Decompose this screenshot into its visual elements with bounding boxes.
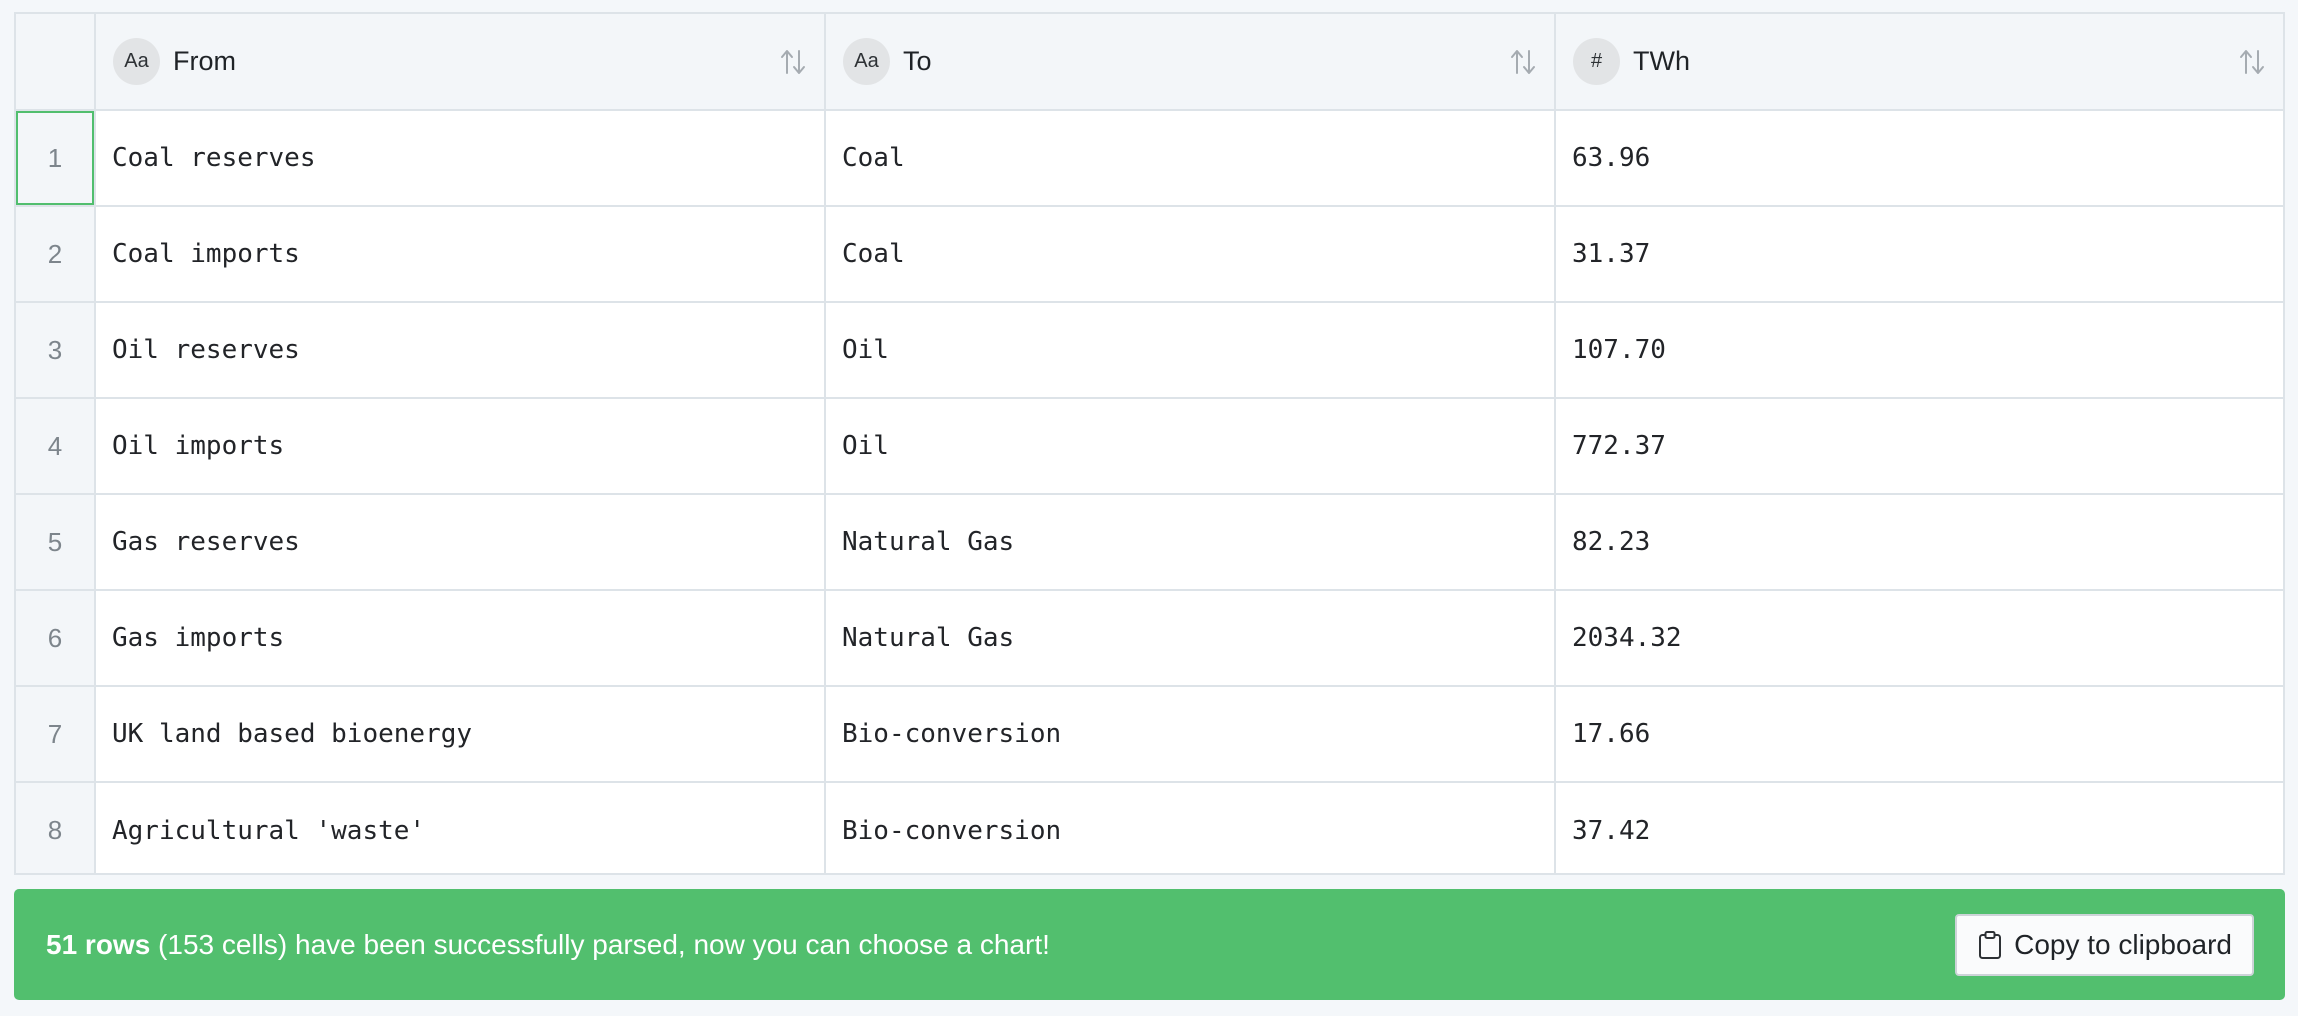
sort-icon[interactable] bbox=[1508, 47, 1538, 77]
column-header-twh[interactable]: # TWh bbox=[1555, 14, 2283, 111]
cell-to[interactable]: Oil bbox=[825, 302, 1556, 399]
cell-from[interactable]: Agricultural 'waste' bbox=[95, 782, 826, 873]
data-grid: Aa From Aa To # TWh 1 Coal reserves Coal… bbox=[16, 14, 2283, 873]
cell-twh[interactable]: 17.66 bbox=[1555, 686, 2283, 783]
clipboard-icon bbox=[1979, 931, 2002, 959]
table-row: 2 Coal imports Coal 31.37 bbox=[16, 206, 2283, 303]
number-type-icon: # bbox=[1573, 38, 1620, 85]
cell-from[interactable]: Oil reserves bbox=[95, 302, 826, 399]
sort-icon[interactable] bbox=[2237, 47, 2267, 77]
cell-twh[interactable]: 772.37 bbox=[1555, 398, 2283, 495]
row-index[interactable]: 3 bbox=[16, 302, 96, 399]
column-header-to[interactable]: Aa To bbox=[825, 14, 1556, 111]
row-index[interactable]: 4 bbox=[16, 398, 96, 495]
table-row: 8 Agricultural 'waste' Bio-conversion 37… bbox=[16, 782, 2283, 873]
corner-cell bbox=[16, 14, 96, 111]
cell-to[interactable]: Coal bbox=[825, 110, 1556, 207]
cell-twh[interactable]: 2034.32 bbox=[1555, 590, 2283, 687]
table-row: 5 Gas reserves Natural Gas 82.23 bbox=[16, 494, 2283, 591]
column-label: TWh bbox=[1633, 46, 1690, 76]
cell-to[interactable]: Natural Gas bbox=[825, 590, 1556, 687]
cell-from[interactable]: Coal imports bbox=[95, 206, 826, 303]
cell-twh[interactable]: 63.96 bbox=[1555, 110, 2283, 207]
cell-from[interactable]: Gas reserves bbox=[95, 494, 826, 591]
cell-from[interactable]: Coal reserves bbox=[95, 110, 826, 207]
row-index[interactable]: 1 bbox=[16, 110, 96, 207]
status-message: 51 rows (153 cells) have been successful… bbox=[46, 929, 1050, 961]
header-row: Aa From Aa To # TWh bbox=[16, 14, 2283, 111]
column-header-from[interactable]: Aa From bbox=[95, 14, 826, 111]
text-type-icon: Aa bbox=[843, 38, 890, 85]
cell-to[interactable]: Bio-conversion bbox=[825, 686, 1556, 783]
column-label: To bbox=[903, 46, 932, 76]
cell-twh[interactable]: 37.42 bbox=[1555, 782, 2283, 873]
copy-button-label: Copy to clipboard bbox=[2014, 929, 2232, 960]
parse-success-banner: 51 rows (153 cells) have been successful… bbox=[14, 889, 2285, 1000]
sort-icon[interactable] bbox=[778, 47, 808, 77]
table-row: 3 Oil reserves Oil 107.70 bbox=[16, 302, 2283, 399]
table-row: 6 Gas imports Natural Gas 2034.32 bbox=[16, 590, 2283, 687]
table-row: 1 Coal reserves Coal 63.96 bbox=[16, 110, 2283, 207]
cell-to[interactable]: Natural Gas bbox=[825, 494, 1556, 591]
cell-from[interactable]: Oil imports bbox=[95, 398, 826, 495]
row-index[interactable]: 7 bbox=[16, 686, 96, 783]
cell-to[interactable]: Oil bbox=[825, 398, 1556, 495]
row-index[interactable]: 8 bbox=[16, 782, 96, 873]
copy-to-clipboard-button[interactable]: Copy to clipboard bbox=[1955, 914, 2254, 976]
table-row: 4 Oil imports Oil 772.37 bbox=[16, 398, 2283, 495]
cell-twh[interactable]: 31.37 bbox=[1555, 206, 2283, 303]
cell-to[interactable]: Bio-conversion bbox=[825, 782, 1556, 873]
row-count: 51 rows bbox=[46, 928, 151, 960]
cell-to[interactable]: Coal bbox=[825, 206, 1556, 303]
cell-from[interactable]: UK land based bioenergy bbox=[95, 686, 826, 783]
row-index[interactable]: 5 bbox=[16, 494, 96, 591]
row-index[interactable]: 2 bbox=[16, 206, 96, 303]
column-label: From bbox=[173, 46, 236, 76]
cell-from[interactable]: Gas imports bbox=[95, 590, 826, 687]
text-type-icon: Aa bbox=[113, 38, 160, 85]
table-row: 7 UK land based bioenergy Bio-conversion… bbox=[16, 686, 2283, 783]
status-text: (153 cells) have been successfully parse… bbox=[150, 928, 1050, 960]
cell-twh[interactable]: 82.23 bbox=[1555, 494, 2283, 591]
row-index[interactable]: 6 bbox=[16, 590, 96, 687]
cell-twh[interactable]: 107.70 bbox=[1555, 302, 2283, 399]
data-table: Aa From Aa To # TWh 1 Coal reserves Coal… bbox=[14, 12, 2285, 875]
